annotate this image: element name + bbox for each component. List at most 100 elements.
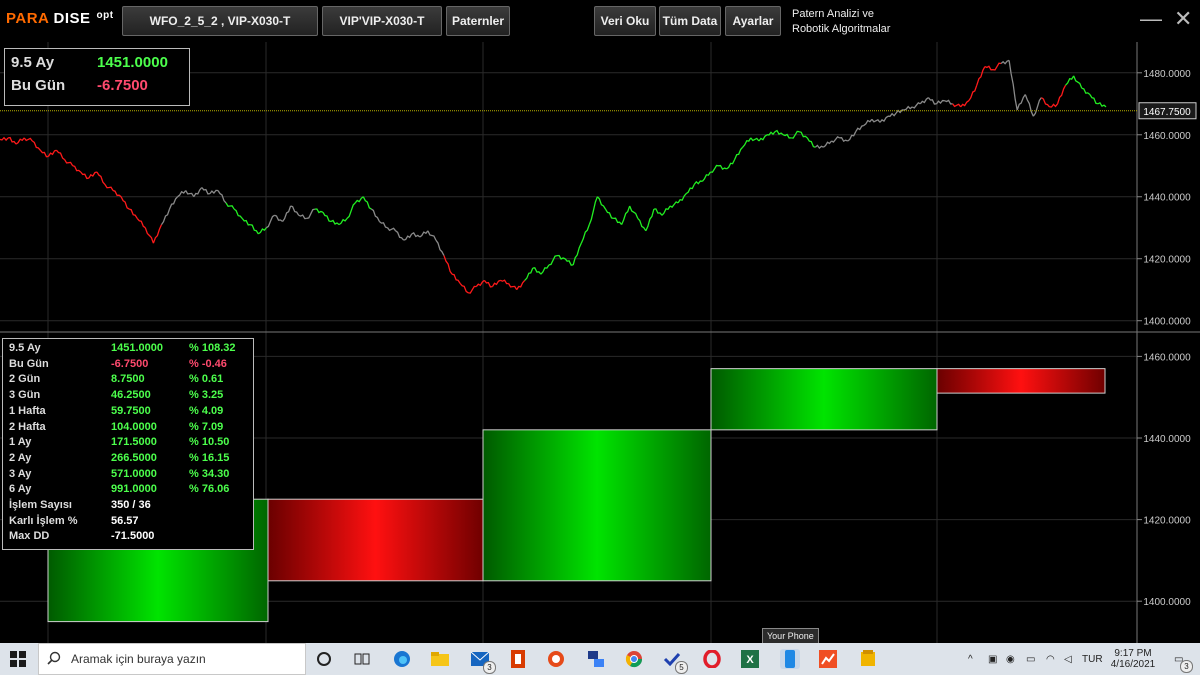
stats-row: 2 Ay 266.5000 % 16.15 <box>9 452 249 467</box>
price-segment <box>72 165 82 173</box>
cortana-icon[interactable] <box>314 649 334 669</box>
opera-icon[interactable] <box>702 649 722 669</box>
price-segment <box>1081 87 1091 96</box>
price-segment <box>411 232 421 238</box>
price-segment <box>354 196 364 204</box>
price-segment <box>564 258 574 266</box>
price-tick-label: 1480.0000 <box>1143 69 1191 80</box>
stats-row: 2 Hafta 104.0000 % 7.09 <box>9 421 249 436</box>
price-segment <box>1089 94 1099 105</box>
price-segment <box>1016 94 1026 111</box>
price-segment <box>201 187 210 195</box>
stats-label: Max DD <box>9 530 50 543</box>
stats-percent: % 4.09 <box>189 404 224 417</box>
mail-badge: 3 <box>483 661 496 674</box>
stats-value: 1451.0000 <box>111 342 163 354</box>
price-tick-label: 1440.0000 <box>1143 193 1191 204</box>
task-view-icon[interactable] <box>352 649 372 669</box>
price-segment <box>944 99 953 105</box>
chrome-icon[interactable] <box>624 649 644 669</box>
clock-time: 9:17 PM <box>1114 648 1152 659</box>
excel-icon[interactable]: X <box>740 649 760 669</box>
price-segment <box>1049 103 1059 108</box>
strategy-button[interactable]: WFO_2_5_2 , VIP-X030-T <box>122 6 318 36</box>
price-segment <box>468 285 477 294</box>
lower-tick-label: 1440.0000 <box>1143 434 1191 445</box>
tray-chevron-icon[interactable]: ^ <box>968 643 973 675</box>
stats-label: 3 Ay <box>9 467 32 480</box>
stats-panel: 9.5 Ay 1451.0000 % 108.32 Bu Gün -6.7500 % -0… <box>2 338 254 550</box>
price-segment <box>56 149 65 161</box>
equity-block <box>710 368 938 431</box>
symbol-button[interactable]: VIP'VIP-X030-T <box>322 6 442 36</box>
price-segment <box>1097 101 1107 108</box>
price-segment <box>701 171 711 182</box>
price-segment <box>104 184 114 191</box>
price-segment <box>403 233 413 241</box>
edge-icon[interactable] <box>392 649 412 669</box>
price-segment <box>903 105 913 111</box>
price-segment <box>378 220 388 229</box>
price-segment <box>257 227 267 235</box>
taskbar-search-input[interactable]: Aramak için buraya yazın <box>38 643 306 675</box>
price-segment <box>144 227 155 244</box>
price-segment <box>80 171 89 180</box>
app-orange-icon[interactable] <box>546 649 566 669</box>
close-button[interactable]: ✕ <box>1174 8 1192 30</box>
stats-label: 1 Hafta <box>9 404 46 417</box>
minimize-button[interactable]: — <box>1140 8 1162 30</box>
stats-value: 350 / 36 <box>111 499 151 511</box>
price-segment <box>548 254 558 266</box>
price-segment <box>919 97 929 105</box>
wifi-icon[interactable]: ◠ <box>1046 643 1055 675</box>
price-segment <box>322 211 332 223</box>
price-segment <box>386 227 397 232</box>
price-segment <box>152 224 163 244</box>
equity-block <box>482 429 712 582</box>
price-segment <box>604 208 614 220</box>
your-phone-icon[interactable] <box>780 649 800 669</box>
price-segment <box>734 146 744 160</box>
file-explorer-icon[interactable] <box>430 649 450 669</box>
price-segment <box>346 202 356 219</box>
logo-suffix: opt <box>96 10 114 21</box>
tray-app-icon[interactable]: ▣ <box>988 643 997 675</box>
price-segment <box>233 208 243 219</box>
stats-value: 266.5000 <box>111 451 157 464</box>
price-segment <box>338 217 348 226</box>
settings-button[interactable]: Ayarlar <box>725 6 781 36</box>
price-segment <box>572 242 582 266</box>
language-indicator[interactable]: TUR <box>1082 643 1103 675</box>
tray-security-icon[interactable]: ◉ <box>1006 643 1015 675</box>
load-data-button[interactable]: Veri Oku <box>594 6 656 36</box>
price-segment <box>120 196 130 210</box>
price-segment <box>839 137 848 143</box>
price-segment <box>419 230 429 238</box>
network-app-icon[interactable] <box>586 649 606 669</box>
tray-battery-icon[interactable]: ▭ <box>1026 643 1035 675</box>
price-segment <box>435 239 445 256</box>
paradise-app-icon[interactable] <box>818 649 838 669</box>
price-segment <box>750 137 760 142</box>
price-segment <box>1032 97 1042 117</box>
patterns-button[interactable]: Paternler <box>446 6 510 36</box>
stats-row: 6 Ay 991.0000 % 76.06 <box>9 483 249 498</box>
price-segment <box>225 202 235 210</box>
db-app-icon[interactable] <box>858 649 878 669</box>
windows-start-icon[interactable] <box>8 649 28 669</box>
stats-value: 991.0000 <box>111 483 157 496</box>
office-icon[interactable] <box>508 649 528 669</box>
svg-text:X: X <box>746 654 754 666</box>
price-segment <box>516 279 526 291</box>
stats-percent: % 10.50 <box>189 436 230 449</box>
price-segment <box>710 164 719 173</box>
price-segment <box>685 184 695 195</box>
clock[interactable]: 9:17 PM 4/16/2021 <box>1108 643 1158 675</box>
volume-icon[interactable]: ◁ <box>1064 643 1072 675</box>
price-segment <box>362 196 372 210</box>
all-data-button[interactable]: Tüm Data <box>659 6 721 36</box>
price-segment <box>911 101 921 109</box>
price-segment <box>1024 94 1034 117</box>
price-segment <box>1073 75 1083 89</box>
price-segment <box>831 135 840 143</box>
